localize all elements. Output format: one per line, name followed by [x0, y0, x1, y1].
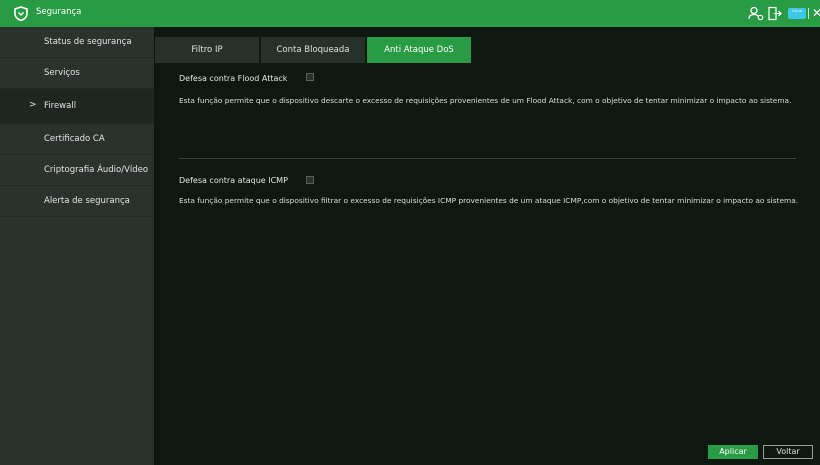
tab-anti-dos[interactable]: Anti Ataque DoS	[367, 37, 471, 63]
title-bar: Segurança Cloud ✕	[0, 0, 820, 27]
sidebar-item-label: Criptografia Áudio/Vídeo	[44, 165, 149, 175]
back-button[interactable]: Voltar	[763, 445, 813, 459]
sidebar-item-label: Firewall	[44, 101, 77, 111]
sidebar-item-label: Alerta de segurança	[44, 196, 130, 206]
cloud-icon[interactable]: Cloud	[788, 8, 806, 19]
sidebar-item-label: Certificado CA	[44, 134, 105, 144]
tab-blocked-account[interactable]: Conta Bloqueada	[261, 37, 365, 63]
flood-defense-label: Defesa contra Flood Attack	[179, 74, 288, 83]
logout-icon[interactable]	[768, 6, 782, 21]
sidebar-item-ca-certificate[interactable]: Certificado CA	[0, 124, 154, 155]
flood-defense-description: Esta função permite que o dispositivo de…	[179, 96, 792, 105]
titlebar-separator	[808, 8, 809, 19]
chevron-right-icon: >	[29, 100, 37, 110]
icmp-defense-description: Esta função permite que o dispositivo fi…	[179, 196, 799, 205]
tab-ip-filter[interactable]: Filtro IP	[155, 37, 259, 63]
cloud-badge-text: Cloud	[792, 9, 802, 13]
sidebar: Status de segurança Serviços > Firewall …	[0, 27, 154, 465]
sidebar-item-firewall[interactable]: > Firewall	[0, 89, 154, 124]
window-title: Segurança	[36, 7, 82, 17]
icmp-defense-checkbox[interactable]	[306, 176, 314, 184]
shield-icon	[14, 6, 28, 21]
sidebar-item-av-encryption[interactable]: Criptografia Áudio/Vídeo	[0, 155, 154, 186]
sidebar-item-status[interactable]: Status de segurança	[0, 27, 154, 58]
apply-button[interactable]: Aplicar	[708, 445, 758, 459]
close-icon[interactable]: ✕	[812, 6, 820, 21]
flood-defense-checkbox[interactable]	[306, 73, 314, 81]
section-divider	[179, 158, 796, 159]
main-panel: Filtro IP Conta Bloqueada Anti Ataque Do…	[155, 27, 820, 465]
user-settings-icon[interactable]	[748, 6, 764, 21]
sidebar-item-label: Status de segurança	[44, 37, 132, 47]
icmp-defense-label: Defesa contra ataque ICMP	[179, 176, 288, 185]
sidebar-item-label: Serviços	[44, 68, 80, 78]
sidebar-item-security-alert[interactable]: Alerta de segurança	[0, 186, 154, 217]
sidebar-item-services[interactable]: Serviços	[0, 58, 154, 89]
